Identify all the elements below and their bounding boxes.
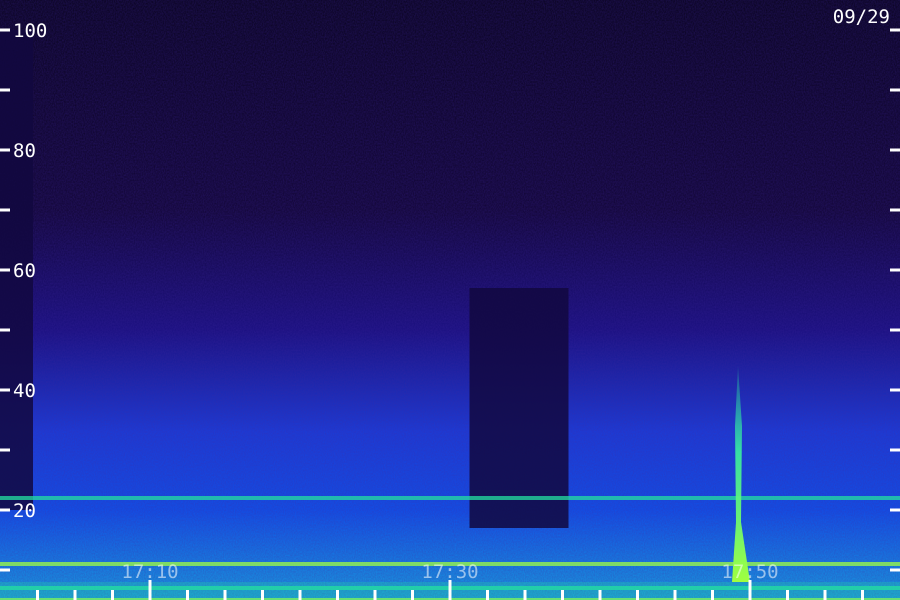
spectrogram-chart: 20 40 60 80 100 17:10 17:30 17:50 09/29 (0, 0, 900, 600)
y-tick-label-20: 20 (13, 500, 36, 522)
y-tick-label-40: 40 (13, 380, 36, 402)
x-tick-label-17:10: 17:10 (121, 561, 178, 583)
date-label: 09/29 (833, 6, 890, 28)
x-tick-label-17:50: 17:50 (721, 561, 778, 583)
x-tick-label-17:30: 17:30 (421, 561, 478, 583)
emission-line-2 (0, 496, 900, 500)
y-tick-label-80: 80 (13, 140, 36, 162)
data-gap-1 (469, 288, 569, 528)
y-tick-label-60: 60 (13, 260, 36, 282)
y-tick-label-100: 100 (13, 20, 47, 42)
plot-noise (0, 0, 900, 600)
